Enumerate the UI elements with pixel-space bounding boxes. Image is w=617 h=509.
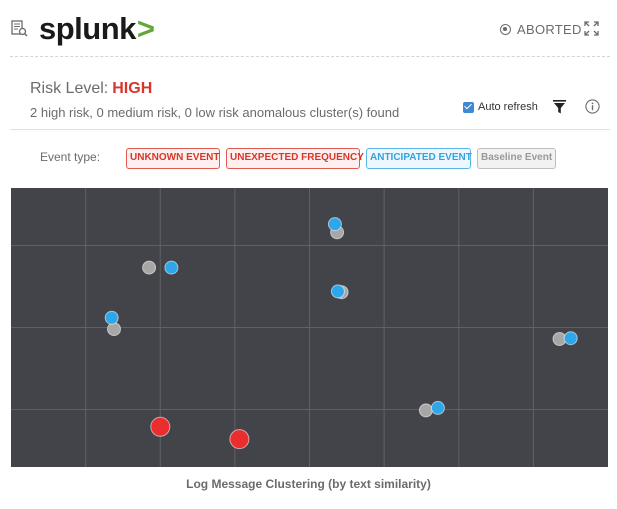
risk-level-heading: Risk Level: HIGH xyxy=(30,80,152,98)
splunk-logo: splunk> xyxy=(39,11,155,47)
auto-refresh-toggle[interactable]: Auto refresh xyxy=(463,101,538,113)
filter-icon[interactable] xyxy=(553,100,566,114)
job-status: ABORTED xyxy=(500,22,582,37)
cluster-point-anticipated[interactable] xyxy=(430,400,445,415)
cluster-point-anticipated[interactable] xyxy=(164,260,179,275)
auto-refresh-label: Auto refresh xyxy=(478,101,538,113)
scatter-svg xyxy=(11,188,608,467)
logo-text: splunk xyxy=(39,11,136,46)
cluster-scatter-plot xyxy=(11,188,608,467)
cluster-point-unknown[interactable] xyxy=(229,429,250,450)
cluster-point-unknown[interactable] xyxy=(150,416,171,437)
cluster-point-anticipated[interactable] xyxy=(104,310,119,325)
cluster-point-baseline[interactable] xyxy=(418,403,433,418)
header-divider xyxy=(10,56,610,57)
tag-unexpected-frequency[interactable]: UNEXPECTED FREQUENCY xyxy=(226,148,364,169)
report-search-icon[interactable] xyxy=(11,20,28,37)
auto-refresh-checkbox[interactable] xyxy=(463,101,474,113)
cluster-point-anticipated[interactable] xyxy=(327,217,342,232)
info-icon[interactable] xyxy=(585,99,600,114)
logo-chevron: > xyxy=(136,11,155,46)
summary-divider xyxy=(10,129,610,130)
cluster-point-anticipated[interactable] xyxy=(563,331,578,346)
event-type-label: Event type: xyxy=(40,150,101,164)
aborted-circle-icon xyxy=(500,24,511,35)
tag-unknown-event[interactable]: UNKNOWN EVENT xyxy=(126,148,220,169)
risk-summary-text: 2 high risk, 0 medium risk, 0 low risk a… xyxy=(30,105,400,120)
expand-icon[interactable] xyxy=(584,21,599,36)
cluster-point-baseline[interactable] xyxy=(107,322,121,337)
header: splunk> ABORTED xyxy=(0,0,617,56)
status-text: ABORTED xyxy=(517,22,582,37)
risk-level-value: HIGH xyxy=(112,80,153,97)
tag-anticipated-event[interactable]: ANTICIPATED EVENT xyxy=(366,148,472,169)
cluster-point-baseline[interactable] xyxy=(142,260,157,275)
tag-baseline-event[interactable]: Baseline Event xyxy=(477,148,556,169)
risk-level-label: Risk Level: xyxy=(30,80,109,97)
chart-caption: Log Message Clustering (by text similari… xyxy=(186,477,431,491)
cluster-point-anticipated[interactable] xyxy=(330,284,345,299)
